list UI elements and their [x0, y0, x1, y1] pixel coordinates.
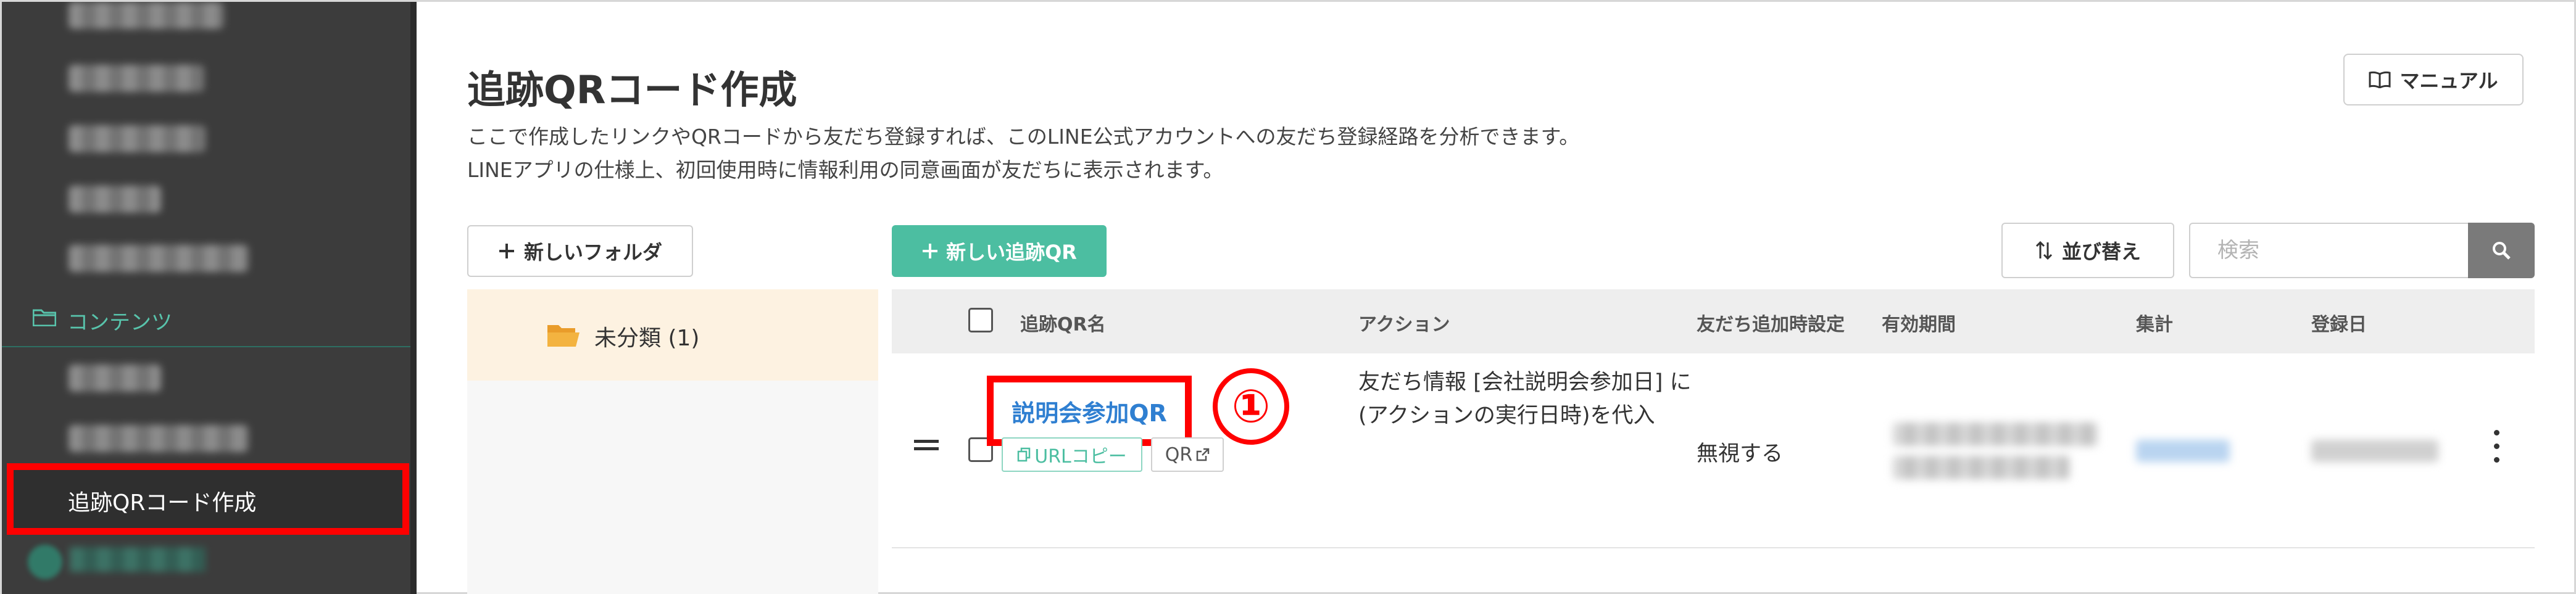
- page-description-note: LINEアプリの仕様上、初回使用時に情報利用の同意画面が友だちに表示されます。: [467, 158, 1224, 182]
- plus-icon: [923, 244, 938, 258]
- book-icon: [2369, 71, 2391, 88]
- sidebar-item-blurred[interactable]: [2, 231, 410, 287]
- column-header-friend-setting: 友だち追加時設定: [1697, 314, 1845, 336]
- sort-button-label: 並び替え: [2061, 240, 2141, 263]
- step-number-badge: ①: [1213, 368, 1289, 445]
- sidebar-item-blurred[interactable]: [2, 172, 410, 228]
- folder-icon: [33, 309, 56, 326]
- period-value-redacted: [1893, 456, 2069, 479]
- folder-label: 未分類 (1): [594, 326, 700, 351]
- external-link-icon: [1196, 448, 1210, 461]
- column-header-stats: 集計: [2136, 314, 2173, 336]
- folder-panel: 未分類 (1): [467, 289, 878, 594]
- column-header-name: 追跡QR名: [1020, 314, 1106, 336]
- column-header-registered-date: 登録日: [2311, 314, 2367, 336]
- search-button[interactable]: [2468, 223, 2535, 278]
- new-tracking-qr-label: 新しい追跡QR: [946, 241, 1077, 264]
- table-header: 追跡QR名 アクション 友だち追加時設定 有効期間 集計 登録日: [892, 289, 2535, 353]
- sidebar-section-label: コンテンツ: [67, 310, 172, 335]
- more-options-icon[interactable]: [2493, 430, 2500, 464]
- page-title: 追跡QRコード作成: [467, 67, 797, 112]
- column-header-action: アクション: [1358, 314, 1450, 336]
- premium-icon: [28, 545, 62, 579]
- table-row: 説明会参加QR ① URLコピー QR 友だち情報 [会社説明会参加日] に(ア…: [892, 353, 2535, 548]
- sidebar: コンテンツ 追跡QRコード作成: [2, 2, 417, 594]
- friend-add-setting: 無視する: [1697, 442, 1784, 466]
- sidebar-section-contents[interactable]: コンテンツ: [2, 291, 410, 347]
- sidebar-item-blurred[interactable]: [2, 2, 410, 44]
- copy-icon: [1017, 447, 1031, 462]
- new-folder-label: 新しいフォルダ: [523, 241, 662, 264]
- qr-name-highlight: 説明会参加QR: [987, 376, 1192, 446]
- sort-button[interactable]: 並び替え: [2001, 223, 2174, 278]
- qr-open-button[interactable]: QR: [1151, 437, 1224, 472]
- qr-button-label: QR: [1165, 443, 1193, 466]
- main-content: 追跡QRコード作成 ここで作成したリンクやQRコードから友だち登録すれば、このL…: [417, 2, 2574, 594]
- sidebar-item-tracking-qr[interactable]: 追跡QRコード作成: [7, 463, 409, 535]
- page-description: ここで作成したリンクやQRコードから友だち登録すれば、このLINE公式アカウント…: [467, 125, 1580, 149]
- search-icon: [2493, 242, 2511, 260]
- manual-button[interactable]: マニュアル: [2343, 54, 2524, 105]
- registered-date-redacted: [2311, 440, 2438, 462]
- sort-icon: [2035, 241, 2053, 260]
- sidebar-item-blurred[interactable]: [2, 51, 410, 107]
- stats-link-redacted[interactable]: [2136, 440, 2230, 462]
- folder-open-icon: [547, 325, 580, 347]
- column-header-period: 有効期間: [1882, 314, 1956, 336]
- sidebar-item-label: 追跡QRコード作成: [68, 490, 257, 516]
- manual-button-label: マニュアル: [2399, 69, 2498, 93]
- sidebar-item-blurred[interactable]: [2, 112, 410, 167]
- search-input[interactable]: [2189, 223, 2468, 278]
- qr-name-link[interactable]: 説明会参加QR: [1012, 394, 1167, 428]
- folder-item-uncategorized[interactable]: 未分類 (1): [467, 289, 878, 381]
- sidebar-item-blurred[interactable]: [2, 411, 410, 467]
- plus-icon: [499, 244, 514, 258]
- period-value-redacted: [1893, 423, 2098, 446]
- drag-handle-icon[interactable]: [914, 437, 939, 452]
- new-tracking-qr-button[interactable]: 新しい追跡QR: [892, 225, 1107, 277]
- sidebar-item-blurred[interactable]: [70, 547, 206, 572]
- select-all-checkbox[interactable]: [968, 308, 993, 332]
- sidebar-item-blurred[interactable]: [2, 351, 410, 406]
- url-copy-label: URLコピー: [1034, 446, 1127, 468]
- new-folder-button[interactable]: 新しいフォルダ: [467, 225, 693, 277]
- action-description: 友だち情報 [会社説明会参加日] に(アクションの実行日時)を代入: [1358, 370, 1692, 429]
- app-window: コンテンツ 追跡QRコード作成 追跡QRコード作成 ここで作成したリンクやQRコ…: [0, 0, 2576, 594]
- url-copy-button[interactable]: URLコピー: [1002, 437, 1142, 472]
